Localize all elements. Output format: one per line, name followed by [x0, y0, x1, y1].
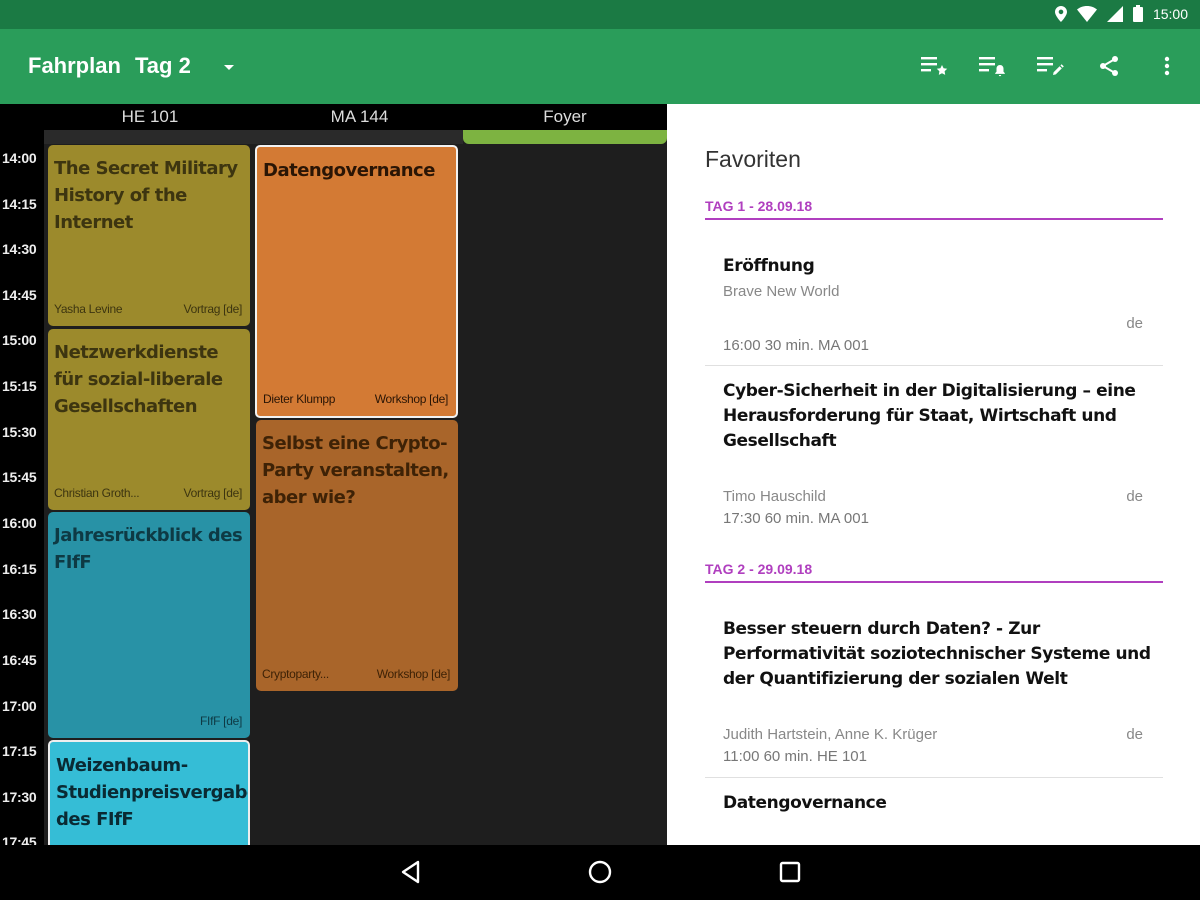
day-section-header: TAG 2 - 29.09.18 [705, 561, 1163, 583]
favorite-language: de [1126, 726, 1143, 743]
event-card[interactable]: Jahresrückblick des FIfF FIfF [de] [48, 512, 250, 738]
event-card[interactable]: Selbst eine Crypto-Party veranstalten, a… [256, 420, 458, 691]
cell-signal-icon [1106, 5, 1123, 22]
app-title: Fahrplan [28, 53, 121, 78]
overflow-menu-icon[interactable] [1152, 51, 1182, 81]
favorite-title: Besser steuern durch Daten? - Zur Perfor… [723, 619, 1151, 689]
event-title: The Secret Military History of the Inter… [54, 158, 238, 233]
time-column: 14:00 14:15 14:30 14:45 15:00 15:15 15:3… [0, 130, 44, 845]
edit-list-icon[interactable] [1036, 51, 1066, 81]
event-speaker: Yasha Levine [54, 302, 123, 316]
favorite-title: Datengovernance [723, 793, 887, 813]
event-card[interactable]: Netzwerkdienste für sozial-liberale Gese… [48, 329, 250, 510]
event-title: Jahresrückblick des FIfF [54, 525, 243, 573]
favorites-panel[interactable]: Favoriten TAG 1 - 28.09.18 Eröffnung Bra… [667, 104, 1200, 845]
divider [705, 777, 1163, 778]
favorite-meta: 17:30 60 min. MA 001 [723, 510, 869, 527]
divider [705, 365, 1163, 366]
time-label: 17:45 [2, 834, 37, 845]
event-title: Netzwerkdienste für sozial-liberale Gese… [54, 342, 223, 417]
time-label: 15:15 [2, 378, 37, 394]
favorite-title: Eröffnung [723, 256, 815, 276]
time-label: 16:30 [2, 606, 37, 622]
recents-icon[interactable] [777, 859, 803, 885]
time-label: 14:15 [2, 196, 37, 212]
starred-list-icon[interactable] [920, 51, 950, 81]
room-header-foyer: Foyer [463, 104, 667, 130]
room-strip [44, 130, 463, 144]
time-label: 17:00 [2, 698, 37, 714]
status-icons: 15:00 [1054, 5, 1188, 22]
event-type: Workshop [de] [374, 392, 449, 406]
alarm-list-icon[interactable] [978, 51, 1008, 81]
favorite-item[interactable]: Cyber-Sicherheit in der Digitalisierung … [705, 379, 1163, 534]
event-type: Vortrag [de] [183, 486, 243, 500]
favorite-language: de [1126, 315, 1143, 332]
event-title: Weizenbaum-Studienpreisvergabe des FIfF [56, 755, 250, 830]
time-label: 16:45 [2, 652, 37, 668]
battery-icon [1132, 5, 1143, 22]
favorites-title: Favoriten [705, 146, 801, 172]
app-bar: Fahrplan Tag 2 [0, 29, 1200, 104]
room-header-he101: HE 101 [44, 104, 256, 130]
event-title: Datengovernance [263, 160, 435, 181]
room-header-spacer [0, 104, 44, 130]
day-section-header: TAG 1 - 28.09.18 [705, 198, 1163, 220]
time-label: 14:45 [2, 287, 37, 303]
favorite-item[interactable]: Besser steuern durch Daten? - Zur Perfor… [705, 617, 1163, 777]
toolbar [920, 51, 1182, 81]
event-type: FIfF [de] [200, 714, 242, 728]
time-label: 16:15 [2, 561, 37, 577]
event-card-selected[interactable]: Datengovernance Dieter Klumpp Workshop [… [255, 145, 458, 418]
favorite-language: de [1126, 488, 1143, 505]
share-icon[interactable] [1094, 51, 1124, 81]
event-card-selected[interactable]: Weizenbaum-Studienpreisvergabe des FIfF [48, 740, 250, 845]
favorite-meta: 16:00 30 min. MA 001 [723, 337, 869, 354]
event-type: Vortrag [de] [183, 302, 243, 316]
status-bar: 15:00 [0, 0, 1200, 29]
favorite-subtitle: Judith Hartstein, Anne K. Krüger [723, 726, 938, 743]
favorite-title: Cyber-Sicherheit in der Digitalisierung … [723, 381, 1136, 451]
time-label: 14:00 [2, 150, 37, 166]
foyer-event-bar[interactable] [463, 130, 667, 144]
wifi-icon [1076, 5, 1097, 22]
favorite-item[interactable]: Eröffnung Brave New World de 16:00 30 mi… [705, 254, 1163, 364]
favorite-item[interactable]: Datengovernance [705, 791, 1163, 831]
schedule-grid[interactable]: HE 101 MA 144 Foyer 14:00 14:15 14:30 14… [0, 104, 667, 845]
event-speaker: Cryptoparty... [262, 667, 329, 681]
event-card[interactable]: The Secret Military History of the Inter… [48, 145, 250, 326]
time-label: 14:30 [2, 241, 37, 257]
day-selector[interactable]: Tag 2 [135, 53, 191, 79]
event-type: Workshop [de] [376, 667, 451, 681]
time-label: 15:30 [2, 424, 37, 440]
home-icon[interactable] [587, 859, 613, 885]
time-label: 17:15 [2, 743, 37, 759]
favorite-meta: 11:00 60 min. HE 101 [723, 748, 867, 765]
event-speaker: Christian Groth... [54, 486, 140, 500]
favorite-subtitle: Timo Hauschild [723, 488, 826, 505]
time-label: 15:00 [2, 332, 37, 348]
status-time: 15:00 [1152, 5, 1188, 22]
time-label: 15:45 [2, 469, 37, 485]
event-speaker: Dieter Klumpp [263, 392, 336, 406]
navigation-bar [0, 845, 1200, 900]
time-label: 16:00 [2, 515, 37, 531]
dropdown-arrow-icon[interactable] [220, 59, 238, 77]
room-header-ma144: MA 144 [256, 104, 463, 130]
location-icon [1054, 5, 1067, 22]
event-title: Selbst eine Crypto-Party veranstalten, a… [262, 433, 449, 508]
back-icon[interactable] [398, 859, 424, 885]
favorite-subtitle: Brave New World [723, 283, 840, 300]
time-label: 17:30 [2, 789, 37, 805]
